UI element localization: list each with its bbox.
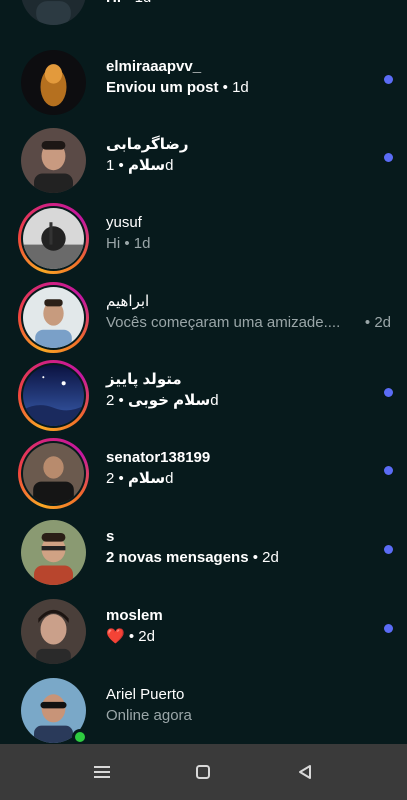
separator: • <box>114 470 128 487</box>
thread-preview: ❤️ <box>106 628 125 645</box>
thread-name: متولد پاییز <box>106 371 182 388</box>
thread-name: Ariel Puerto <box>106 686 185 703</box>
system-navigation-bar <box>0 744 407 800</box>
separator: • <box>248 549 263 566</box>
separator: • <box>114 157 128 174</box>
avatar-image <box>21 599 86 664</box>
unread-dot <box>384 624 393 633</box>
thread-time: 1d <box>133 235 151 252</box>
thread-name: elmiraaapvv_ <box>106 58 202 75</box>
thread-row[interactable]: senator138199 سلام • 2d <box>0 431 407 509</box>
triangle-back-icon <box>298 764 312 780</box>
back-button[interactable] <box>290 757 320 787</box>
unread-dot <box>384 75 393 84</box>
thread-preview: Vocês começaram uma amizade.... <box>106 314 341 331</box>
thread-preview-line: Vocês começaram uma amizade.... <box>106 313 340 333</box>
thread-time: 2d <box>374 314 391 331</box>
thread-preview: سلام خوبی <box>127 392 211 409</box>
avatar[interactable] <box>18 203 89 274</box>
thread-row[interactable]: elmiraaapvv_ Enviou um post • 1d <box>0 40 407 118</box>
thread-row[interactable]: رضاگرمابی سلام • 1d <box>0 118 407 196</box>
avatar[interactable] <box>18 47 89 118</box>
avatar-image <box>21 50 86 115</box>
thread-preview-line: سلام • 2d <box>106 469 173 489</box>
separator: • <box>364 314 375 331</box>
thread-preview-line: Enviou um post • 1d <box>106 78 249 98</box>
separator: • <box>120 235 134 252</box>
square-icon <box>196 765 210 779</box>
thread-row[interactable]: yusuf Hi • 1d <box>0 196 407 274</box>
thread-preview: Enviou um post <box>106 79 219 96</box>
thread-preview-line: Hi • 1d <box>106 0 151 8</box>
thread-preview-line: ❤️ • 2d <box>106 627 155 647</box>
avatar[interactable] <box>18 596 89 667</box>
thread-row[interactable]: s 2 novas mensagens • 2d <box>0 510 407 588</box>
thread-preview: 2 novas mensagens <box>106 549 249 566</box>
direct-messages-screen: Hi • 1d elmiraaapvv_ Enviou um post • 1d <box>0 0 407 800</box>
home-button[interactable] <box>188 757 218 787</box>
avatar-image <box>21 520 86 585</box>
avatar-image <box>23 365 84 426</box>
avatar-image <box>23 208 84 269</box>
avatar-image <box>23 443 84 504</box>
avatar[interactable] <box>18 675 89 746</box>
unread-dot <box>384 545 393 554</box>
thread-name: senator138199 <box>106 449 211 466</box>
thread-row[interactable]: Ariel Puerto Online agora <box>0 668 407 746</box>
unread-dot <box>384 388 393 397</box>
thread-name: ابراهیم <box>106 293 150 310</box>
thread-time: 1d <box>135 0 152 6</box>
thread-row[interactable]: متولد پاییز سلام خوبی • 2d <box>0 353 407 431</box>
thread-row[interactable]: ابراهیم Vocês começaram uma amizade.... … <box>0 275 407 353</box>
avatar[interactable] <box>18 517 89 588</box>
thread-time: 2d <box>138 628 155 645</box>
unread-dot <box>384 466 393 475</box>
thread-preview-line: سلام • 1d <box>106 156 173 176</box>
thread-name: yusuf <box>106 214 142 231</box>
thread-preview-line: Hi • 1d <box>106 234 150 254</box>
unread-dot <box>384 153 393 162</box>
separator: • <box>121 0 135 6</box>
avatar[interactable] <box>18 438 89 509</box>
avatar[interactable] <box>18 360 89 431</box>
avatar[interactable] <box>18 0 89 28</box>
avatar[interactable] <box>18 125 89 196</box>
thread-row[interactable]: Hi • 1d <box>0 0 407 28</box>
thread-preview: Hi <box>106 0 121 6</box>
avatar-image <box>23 287 84 348</box>
thread-preview-line: سلام خوبی • 2d <box>106 391 219 411</box>
menu-icon <box>94 765 110 779</box>
thread-name: رضاگرمابی <box>106 136 189 153</box>
separator: • <box>218 79 233 96</box>
thread-preview: Hi <box>106 235 121 252</box>
thread-name: s <box>106 528 115 545</box>
thread-row[interactable]: moslem ❤️ • 2d <box>0 589 407 667</box>
recent-apps-button[interactable] <box>87 757 117 787</box>
thread-time: 2d <box>262 549 279 566</box>
thread-preview: Online agora <box>106 707 192 724</box>
thread-name: moslem <box>106 607 163 624</box>
separator: • <box>124 628 139 645</box>
thread-time-line: • 2d <box>365 313 391 333</box>
thread-preview-line: 2 novas mensagens • 2d <box>106 548 279 568</box>
thread-preview-line: Online agora <box>106 706 192 726</box>
thread-time: 1d <box>232 79 249 96</box>
thread-preview: سلام <box>127 470 166 487</box>
avatar-image <box>21 128 86 193</box>
separator: • <box>114 392 128 409</box>
online-status-dot <box>72 729 88 745</box>
avatar-image <box>21 0 86 25</box>
avatar[interactable] <box>18 282 89 353</box>
thread-preview: سلام <box>127 157 166 174</box>
